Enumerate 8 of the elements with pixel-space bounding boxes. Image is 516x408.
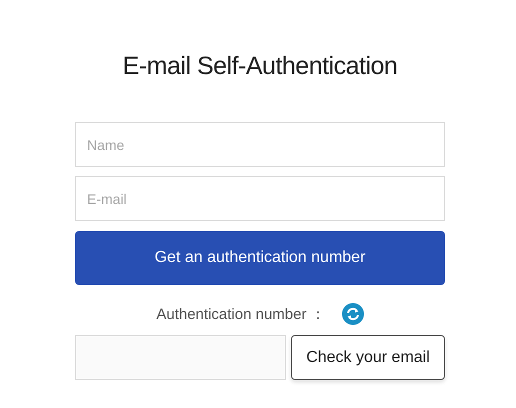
input-field[interactable]: Name (75, 122, 445, 167)
auth-number-label: Authentication number ： (156, 304, 326, 324)
refresh-icon[interactable] (342, 303, 364, 325)
input-field[interactable]: E-mail (75, 176, 445, 221)
page-title: E-mail Self-Authentication (122, 51, 398, 82)
check-email-button[interactable]: Check your email (291, 335, 445, 380)
get-number-button[interactable]: Get an authentication number (75, 231, 445, 285)
code-field[interactable] (75, 335, 286, 380)
